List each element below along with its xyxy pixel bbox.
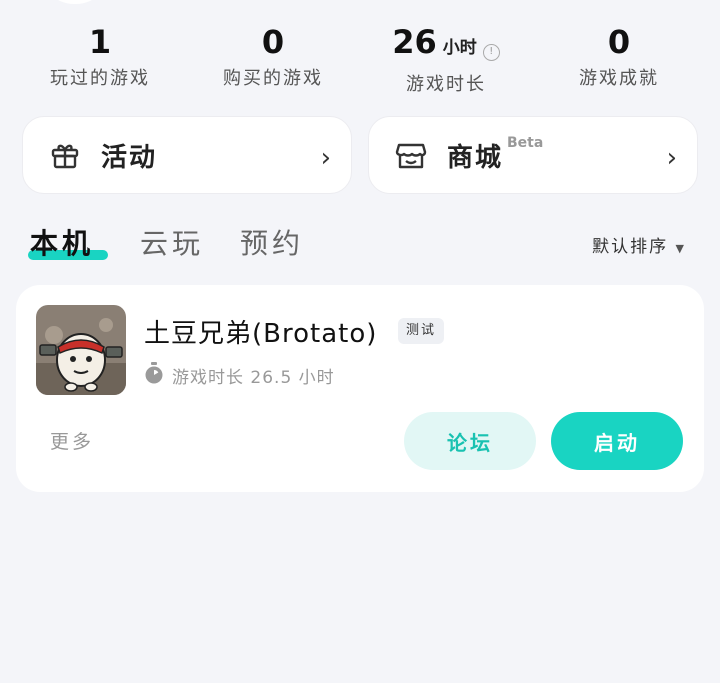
- activity-button[interactable]: 活动 ›: [22, 116, 352, 194]
- stat-label: 购买的游戏: [223, 68, 323, 89]
- stat-achievements[interactable]: 0 游戏成就: [529, 22, 709, 90]
- playtime-label: 游戏时长 26.5 小时: [172, 368, 335, 388]
- launch-button[interactable]: 启动: [551, 412, 683, 470]
- tab-reserve[interactable]: 预约: [240, 222, 304, 262]
- store-label: 商城: [447, 142, 504, 173]
- chevron-right-icon: ›: [320, 143, 331, 173]
- playtime: 游戏时长 26.5 小时: [144, 362, 335, 389]
- stat-label: 游戏时长: [406, 74, 486, 95]
- tab-label: 云玩: [140, 227, 205, 260]
- activity-label: 活动: [101, 142, 158, 173]
- tab-label: 本机: [30, 227, 95, 260]
- game-thumbnail[interactable]: [36, 305, 126, 395]
- stat-value-row: 26 小时 !: [356, 22, 536, 68]
- shop-icon: [393, 137, 429, 173]
- stat-value: 0: [607, 23, 631, 61]
- chevron-right-icon: ›: [666, 143, 677, 173]
- stopwatch-icon: [144, 362, 164, 389]
- stat-value: 0: [261, 23, 285, 61]
- more-button[interactable]: 更多: [50, 427, 94, 454]
- game-card[interactable]: 土豆兄弟(Brotato) 测试 游戏时长 26.5 小时 更多 论坛 启动: [16, 285, 704, 492]
- stat-label: 玩过的游戏: [50, 68, 150, 89]
- caret-down-icon: ▼: [675, 242, 686, 255]
- tab-local[interactable]: 本机: [28, 222, 108, 262]
- stat-value: 1: [88, 23, 112, 61]
- stat-play-time[interactable]: 26 小时 ! 游戏时长: [356, 22, 536, 96]
- test-tag: 测试: [398, 318, 445, 344]
- stat-label: 游戏成就: [579, 68, 659, 89]
- sort-dropdown[interactable]: 默认排序 ▼: [592, 232, 686, 257]
- stat-unit: 小时: [442, 38, 477, 58]
- stat-purchased-games[interactable]: 0 购买的游戏: [183, 22, 363, 90]
- beta-badge: Beta: [507, 135, 544, 151]
- stat-value: 26: [392, 23, 437, 61]
- sort-label: 默认排序: [592, 237, 669, 257]
- tab-cloud[interactable]: 云玩: [140, 222, 204, 262]
- store-button[interactable]: 商城 Beta ›: [368, 116, 698, 194]
- game-title[interactable]: 土豆兄弟(Brotato): [144, 313, 377, 350]
- tab-label: 预约: [240, 227, 305, 260]
- stats-row: 1 玩过的游戏 0 购买的游戏 26 小时 ! 游戏时长 0 游戏成就: [0, 22, 720, 95]
- avatar[interactable]: [40, 0, 110, 4]
- forum-button[interactable]: 论坛: [404, 412, 536, 470]
- stat-played-games[interactable]: 1 玩过的游戏: [10, 22, 190, 90]
- info-icon[interactable]: !: [482, 43, 500, 61]
- gift-icon: [47, 137, 83, 173]
